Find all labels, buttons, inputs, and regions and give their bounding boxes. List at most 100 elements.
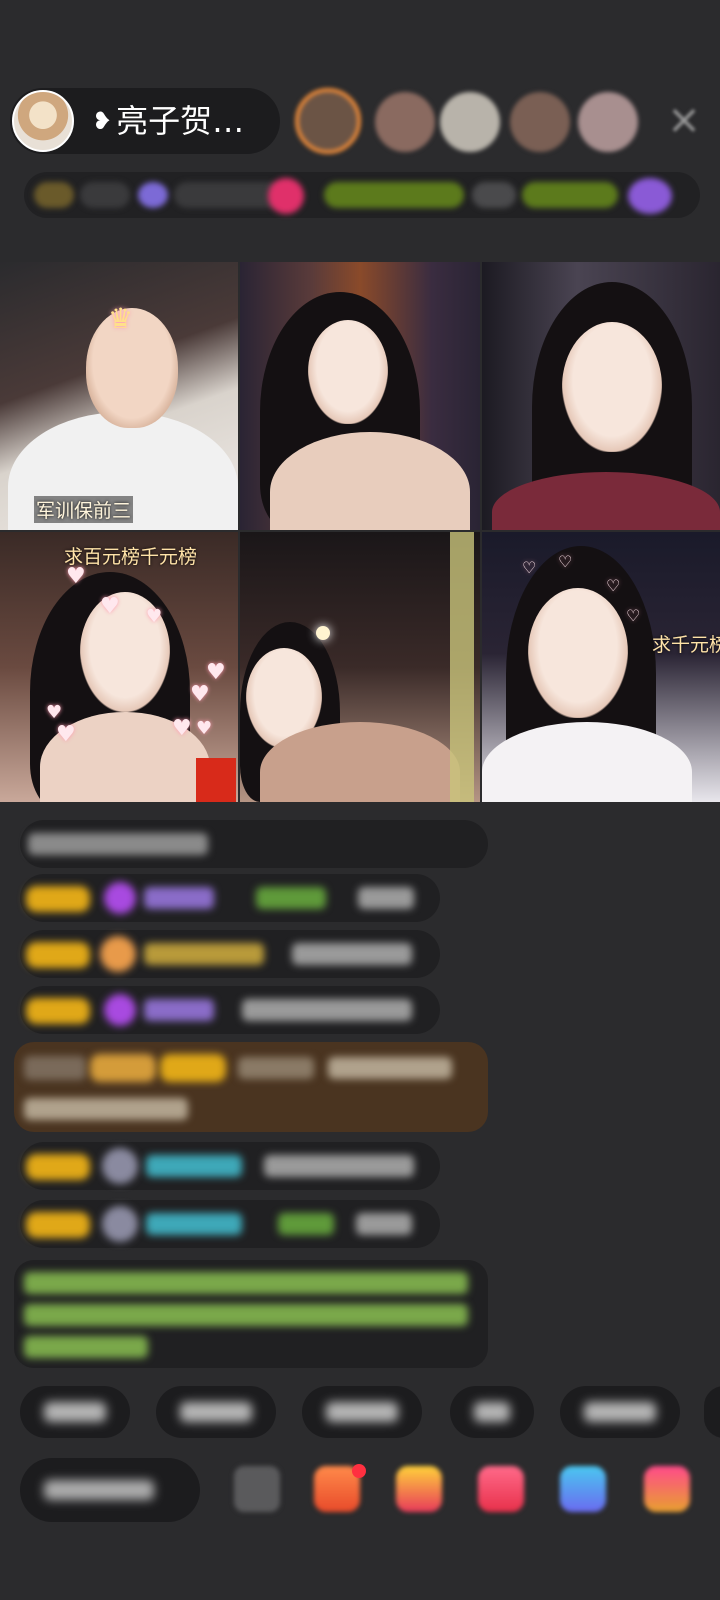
- quick-reply-button[interactable]: [302, 1386, 422, 1438]
- chat-username: [144, 887, 214, 909]
- chat-username: [238, 1057, 314, 1079]
- quick-reply-button[interactable]: [560, 1386, 680, 1438]
- quick-reply-button[interactable]: [450, 1386, 534, 1438]
- host-info-pill[interactable]: ❥ 亮子贺…: [10, 88, 280, 154]
- lucky-bag-icon[interactable]: [396, 1466, 442, 1512]
- badge-text: [324, 182, 464, 208]
- chat-message: [20, 1200, 440, 1248]
- chat-username: [146, 1213, 242, 1235]
- chat-badge: [24, 1056, 86, 1080]
- chat-text: [328, 1057, 452, 1079]
- heart-icon: ♥: [190, 682, 210, 707]
- chat-message: [20, 874, 440, 922]
- host-name-text: 亮子贺…: [116, 102, 245, 140]
- level-badge: [26, 1212, 90, 1238]
- quick-reply-label: [180, 1402, 252, 1422]
- notice-text: [24, 1336, 148, 1358]
- chat-message: [20, 986, 440, 1034]
- top-viewer-avatar[interactable]: [578, 92, 638, 152]
- vip-badge: [90, 1054, 156, 1082]
- heart-icon: ♥: [146, 606, 163, 627]
- level-badge: [26, 886, 90, 912]
- emoji-icon[interactable]: [234, 1466, 280, 1512]
- chat-text: [358, 887, 414, 909]
- cell-caption: 求百元榜千元榜: [64, 546, 198, 568]
- video-cell[interactable]: ♥ ♥ ♥ ♥ ♥ ♥ ♥ ♥ ♥ 求百元榜千元榜: [0, 532, 238, 802]
- quick-reply-label: [474, 1402, 510, 1422]
- room-badge-bar[interactable]: [24, 172, 700, 218]
- video-cell[interactable]: [482, 262, 720, 530]
- badge-text: [472, 182, 516, 208]
- chat-input-pill[interactable]: [20, 1458, 200, 1522]
- level-badge: [26, 942, 90, 968]
- cell-caption: 军训保前三: [34, 496, 134, 523]
- badge-text: [80, 182, 130, 208]
- chat-mention: [256, 887, 326, 909]
- chat-system-notice: [14, 1260, 488, 1368]
- fan-badge-icon: [104, 882, 136, 914]
- bottom-action-bar: [0, 1454, 720, 1530]
- top-viewer-avatar[interactable]: [440, 92, 500, 152]
- chat-text: [356, 1213, 412, 1235]
- badge-icon: [628, 178, 672, 214]
- chat-message: [20, 820, 488, 868]
- video-cell[interactable]: ♡ ♡ ♡ ♡ 求千元榜: [482, 532, 720, 802]
- chat-mention: [278, 1213, 334, 1235]
- chat-username: [146, 1155, 242, 1177]
- fan-badge-icon: [100, 936, 136, 972]
- top-viewer-avatar[interactable]: [510, 92, 570, 152]
- notice-text: [24, 1304, 468, 1326]
- level-badge: [26, 1154, 90, 1180]
- chat-text: [264, 1155, 414, 1177]
- room-top-bar: ❥ 亮子贺… ×: [0, 78, 720, 158]
- gift-sticker-icon: [196, 758, 236, 802]
- top-viewer-avatar[interactable]: [295, 88, 361, 154]
- video-cell[interactable]: ♛ 军训保前三: [0, 262, 238, 530]
- badge-text: [522, 182, 618, 208]
- guest-face: [308, 320, 388, 424]
- heart-icon: ♡: [558, 552, 573, 571]
- chat-message: [20, 930, 440, 978]
- heart-icon: ♥: [196, 718, 213, 739]
- quick-reply-label: [44, 1402, 106, 1422]
- heart-icon: ♡: [626, 606, 641, 625]
- heart-icon: ♥: [46, 702, 63, 723]
- chat-text: [242, 999, 412, 1021]
- quick-reply-bar: [0, 1386, 720, 1442]
- level-badge: [26, 998, 90, 1024]
- badge-icon: [268, 178, 304, 214]
- guest-face: [562, 322, 662, 452]
- quick-reply-button[interactable]: [156, 1386, 276, 1438]
- cell-caption: 求千元榜: [652, 634, 720, 656]
- chat-input-placeholder: [44, 1480, 154, 1500]
- level-badge: [160, 1054, 226, 1082]
- badge-icon: [34, 182, 74, 208]
- fan-badge-icon: [102, 1206, 138, 1242]
- crown-icon: ♛: [108, 302, 134, 335]
- heart-gift-icon[interactable]: [478, 1466, 524, 1512]
- quick-reply-button[interactable]: [20, 1386, 130, 1438]
- chat-text: [28, 833, 208, 855]
- close-icon[interactable]: ×: [662, 98, 706, 142]
- badge-icon: [138, 182, 168, 208]
- heart-icon: ♥: [100, 594, 120, 619]
- video-cell[interactable]: [240, 532, 480, 802]
- more-icon[interactable]: [644, 1466, 690, 1512]
- quick-reply-button[interactable]: [704, 1386, 720, 1438]
- notification-dot: [352, 1464, 366, 1478]
- host-avatar[interactable]: [12, 90, 74, 152]
- heart-icon: ♡: [522, 558, 537, 577]
- chat-text: [292, 943, 412, 965]
- top-viewer-avatar[interactable]: [375, 92, 435, 152]
- chat-username: [144, 943, 264, 965]
- multi-guest-video-grid: ♛ 军训保前三 ♥ ♥ ♥ ♥ ♥ ♥ ♥ ♥ ♥ 求百元榜千元榜 ♡ ♡ ♡ …: [0, 262, 720, 802]
- heart-icon: ♥: [172, 716, 192, 741]
- notice-text: [24, 1272, 468, 1294]
- fan-badge-icon: [104, 994, 136, 1026]
- share-icon[interactable]: [560, 1466, 606, 1512]
- chat-username: [144, 999, 214, 1021]
- heart-icon: ♡: [606, 576, 621, 595]
- chat-text: [24, 1098, 188, 1120]
- chat-highlight-message: [14, 1042, 488, 1132]
- video-cell[interactable]: [240, 262, 480, 530]
